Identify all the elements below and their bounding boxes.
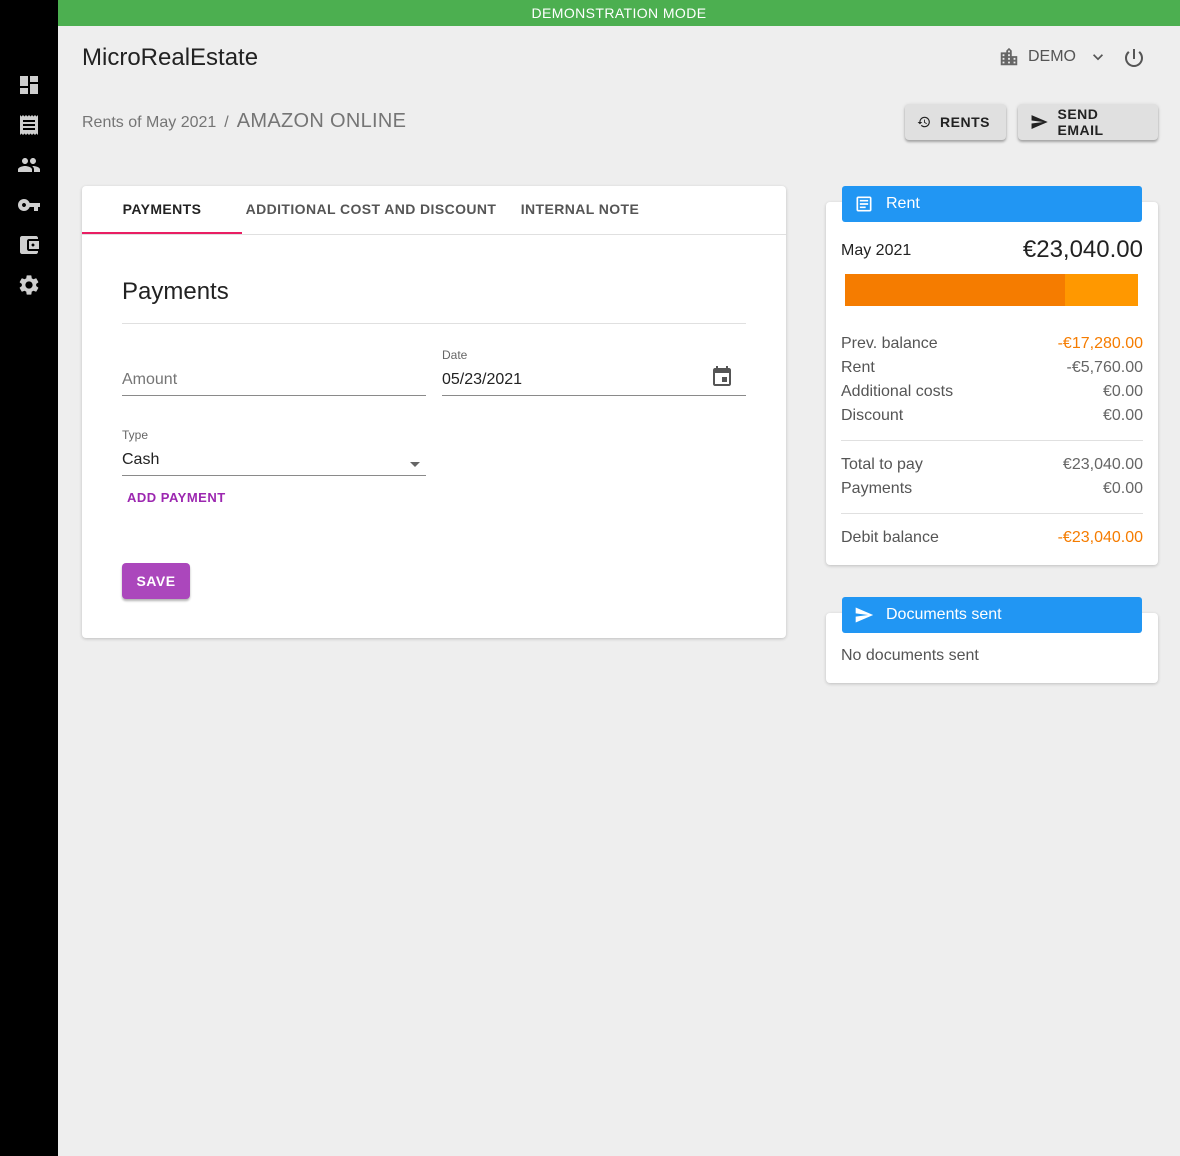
sign-out-button[interactable] — [1122, 46, 1146, 70]
breadcrumb-separator: / — [224, 114, 229, 131]
building-icon — [1000, 47, 1018, 66]
payment-progress-bar — [845, 274, 1138, 306]
progress-fill — [845, 274, 1065, 306]
row-label: Debit balance — [841, 529, 939, 546]
people-icon — [18, 158, 40, 172]
row-value: €0.00 — [1102, 383, 1143, 400]
add-payment-button[interactable]: ADD PAYMENT — [122, 486, 231, 509]
sidebar-item-settings[interactable] — [17, 273, 41, 297]
send-email-button[interactable]: SEND EMAIL — [1018, 104, 1158, 140]
row-prev-balance: Prev. balance -€17,280.00 — [841, 335, 1143, 353]
sidebar-item-rents[interactable] — [17, 113, 41, 137]
demo-mode-banner: DEMONSTRATION MODE — [58, 0, 1180, 26]
row-value: €23,040.00 — [1062, 456, 1143, 473]
amount-field[interactable]: Amount — [122, 356, 426, 396]
organization-selector[interactable]: DEMO — [998, 46, 1108, 68]
sidebar-item-accounting[interactable] — [17, 233, 41, 257]
row-label: Prev. balance — [841, 335, 938, 352]
row-payments: Payments €0.00 — [841, 480, 1143, 498]
sidebar-item-dashboard[interactable] — [17, 73, 41, 97]
receipt-icon — [20, 115, 38, 135]
row-additional-costs: Additional costs €0.00 — [841, 383, 1143, 401]
wallet-icon — [20, 236, 39, 254]
save-button[interactable]: SAVE — [122, 563, 190, 599]
rents-history-button[interactable]: RENTS — [905, 104, 1006, 140]
sidebar-item-tenants[interactable] — [17, 153, 41, 177]
dashboard-icon — [20, 76, 38, 94]
settings-icon — [19, 275, 39, 295]
app-title: MicroRealEstate — [82, 44, 259, 71]
row-label: Additional costs — [841, 383, 954, 400]
breadcrumb-rents-link[interactable]: Rents of May 2021 — [82, 114, 216, 132]
row-label: Payments — [841, 480, 913, 497]
rent-month: May 2021 — [841, 242, 912, 259]
breadcrumb-current-tenant: AMAZON ONLINE — [236, 110, 407, 132]
send-icon — [855, 607, 874, 623]
sidebar — [0, 0, 58, 1156]
divider — [841, 513, 1143, 514]
chevron-down-icon — [1093, 54, 1103, 61]
breadcrumb: Rents of May 2021 / AMAZON ONLINE — [82, 110, 406, 133]
tab-additional-cost-discount[interactable]: ADDITIONAL COST AND DISCOUNT — [242, 186, 500, 234]
rent-card-header: Rent — [842, 186, 1142, 222]
calendar-icon[interactable] — [710, 365, 734, 389]
row-value: -€17,280.00 — [1057, 335, 1143, 352]
amount-placeholder: Amount — [122, 371, 178, 388]
rent-card-title: Rent — [886, 195, 920, 212]
rent-total-amount: €23,040.00 — [1022, 236, 1143, 263]
row-value: €0.00 — [1102, 480, 1143, 497]
organization-name: DEMO — [1028, 48, 1076, 65]
power-icon — [1125, 49, 1143, 67]
rents-button-label: RENTS — [940, 114, 990, 130]
send-icon — [1031, 115, 1048, 129]
no-documents-text: No documents sent — [841, 647, 979, 664]
date-label: Date — [442, 348, 468, 362]
row-label: Rent — [841, 359, 875, 376]
row-label: Total to pay — [841, 456, 923, 473]
tab-payments[interactable]: PAYMENTS — [82, 186, 242, 234]
date-value: 05/23/2021 — [442, 371, 523, 388]
payments-card: PAYMENTS ADDITIONAL COST AND DISCOUNT IN… — [82, 186, 786, 638]
sidebar-item-properties[interactable] — [17, 193, 41, 217]
send-email-button-label: SEND EMAIL — [1057, 106, 1104, 138]
row-discount: Discount €0.00 — [841, 407, 1143, 425]
tab-internal-note[interactable]: INTERNAL NOTE — [500, 186, 660, 234]
payment-type-select[interactable]: Type Cash — [122, 428, 426, 476]
type-label: Type — [122, 428, 149, 442]
dropdown-arrow-icon — [410, 462, 420, 467]
type-value: Cash — [122, 451, 160, 468]
divider — [122, 323, 746, 324]
row-value: €0.00 — [1102, 407, 1143, 424]
section-title: Payments — [122, 278, 229, 305]
documents-card-title: Documents sent — [886, 606, 1002, 623]
row-value: -€23,040.00 — [1057, 529, 1143, 546]
divider — [841, 440, 1143, 441]
history-icon — [917, 116, 930, 128]
date-field[interactable]: Date 05/23/2021 — [442, 348, 746, 396]
row-rent: Rent -€5,760.00 — [841, 359, 1143, 377]
rent-summary-card: May 2021 €23,040.00 Prev. balance -€17,2… — [826, 202, 1158, 565]
documents-card-header: Documents sent — [842, 597, 1142, 633]
row-total-to-pay: Total to pay €23,040.00 — [841, 456, 1143, 474]
receipt-icon — [856, 196, 872, 212]
tab-bar: PAYMENTS ADDITIONAL COST AND DISCOUNT IN… — [82, 186, 786, 235]
row-debit-balance: Debit balance -€23,040.00 — [841, 529, 1143, 547]
row-value: -€5,760.00 — [1066, 359, 1143, 376]
row-label: Discount — [841, 407, 904, 424]
key-icon — [18, 199, 40, 211]
